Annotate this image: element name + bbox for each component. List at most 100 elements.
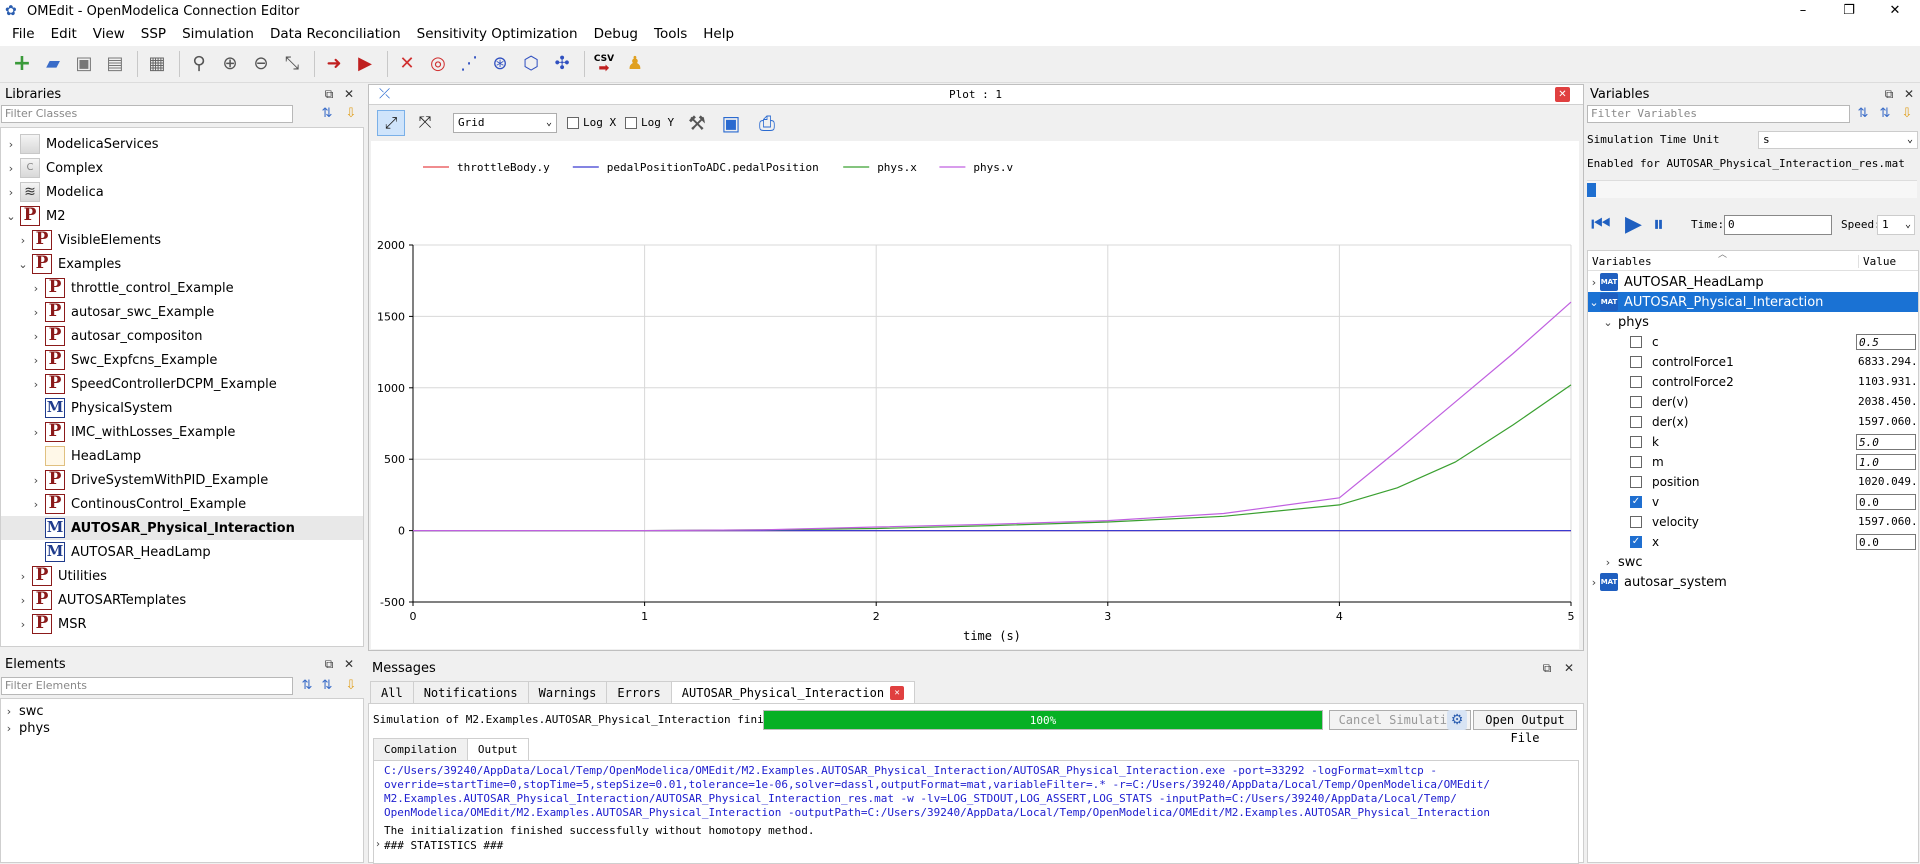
sort-descending-icon[interactable]: ⇩ bbox=[342, 105, 360, 123]
library-item[interactable]: HeadLamp bbox=[1, 444, 363, 468]
chevron-right-icon[interactable]: › bbox=[30, 282, 42, 295]
variable-checkbox[interactable]: ✓ bbox=[1630, 496, 1642, 508]
tab-compilation[interactable]: Compilation bbox=[373, 738, 468, 760]
chevron-right-icon[interactable]: › bbox=[1588, 576, 1600, 589]
chevron-right-icon[interactable]: › bbox=[17, 594, 29, 607]
tab-output[interactable]: Output bbox=[466, 738, 529, 760]
library-item[interactable]: › P VisibleElements bbox=[1, 228, 363, 252]
chevron-right-icon[interactable]: › bbox=[30, 306, 42, 319]
library-item[interactable]: › P ContinousControl_Example bbox=[1, 492, 363, 516]
sort-icon[interactable]: ⇅ bbox=[1854, 105, 1872, 123]
library-item[interactable]: › Pautosar_compositon bbox=[1, 324, 363, 348]
library-item[interactable]: M AUTOSAR_HeadLamp bbox=[1, 540, 363, 564]
chevron-down-icon[interactable]: ⌄ bbox=[1588, 296, 1600, 309]
variable-group-phys[interactable]: ⌄ phys bbox=[1602, 312, 1649, 332]
chevron-right-icon[interactable]: › bbox=[17, 234, 29, 247]
zoom-in-icon[interactable]: ⊕ bbox=[216, 50, 244, 78]
close-icon[interactable]: ✕ bbox=[1902, 84, 1916, 104]
open-icon[interactable]: ▰ bbox=[39, 50, 67, 78]
diagram-window-icon[interactable]: ⬡ bbox=[517, 50, 545, 78]
menu-simulation[interactable]: Simulation bbox=[174, 26, 262, 42]
sort-descending-icon[interactable]: ⇩ bbox=[342, 677, 360, 695]
menu-file[interactable]: File bbox=[4, 26, 43, 42]
plot-chart[interactable]: throttleBody.y pedalPositionToADC.pedalPo… bbox=[371, 141, 1579, 649]
tab-warnings[interactable]: Warnings bbox=[527, 681, 608, 703]
library-item[interactable]: M AUTOSAR_Physical_Interaction bbox=[1, 516, 363, 540]
tab-all[interactable]: All bbox=[370, 681, 414, 703]
menu-view[interactable]: View bbox=[85, 26, 133, 42]
variable-value[interactable]: 0.0 bbox=[1856, 494, 1916, 510]
sort-icon[interactable]: ⇅ bbox=[298, 677, 316, 695]
chevron-right-icon[interactable]: › bbox=[5, 186, 17, 199]
save-plot-icon[interactable]: ▣ bbox=[717, 110, 745, 136]
library-item[interactable]: M PhysicalSystem bbox=[1, 396, 363, 420]
library-item[interactable]: › C Complex bbox=[1, 156, 363, 180]
library-item[interactable]: › P AUTOSARTemplates bbox=[1, 588, 363, 612]
result-file-item[interactable]: ⌄ MAT AUTOSAR_Physical_Interaction bbox=[1588, 292, 1918, 312]
close-tab-icon[interactable]: ✕ bbox=[890, 685, 905, 700]
chevron-down-icon[interactable]: ⌄ bbox=[5, 210, 17, 223]
variable-checkbox[interactable] bbox=[1630, 356, 1642, 368]
parametric-plot-icon[interactable]: ◎ bbox=[424, 50, 452, 78]
time-input[interactable]: 0 bbox=[1724, 215, 1832, 235]
sort-icon[interactable]: ⇅ bbox=[318, 105, 336, 123]
element-item-swc[interactable]: › swc bbox=[3, 703, 44, 720]
result-file-item[interactable]: › MAT autosar_system bbox=[1588, 572, 1918, 592]
log-y-checkbox[interactable] bbox=[625, 117, 637, 129]
array-plot-icon[interactable]: ⋰ bbox=[455, 50, 483, 78]
grid-icon[interactable]: ▦ bbox=[143, 50, 171, 78]
output-text-area[interactable]: C:/Users/39240/AppData/Local/Temp/OpenMo… bbox=[373, 760, 1579, 864]
chevron-right-icon[interactable]: › bbox=[1602, 556, 1614, 569]
grid-select[interactable]: Grid ⌄ bbox=[453, 113, 557, 133]
float-icon[interactable]: ⧉ bbox=[1540, 658, 1554, 678]
menu-edit[interactable]: Edit bbox=[43, 26, 85, 42]
close-plot-icon[interactable]: ✕ bbox=[1555, 87, 1570, 102]
pause-icon[interactable]: ⏸ bbox=[1653, 212, 1664, 237]
log-x-checkbox[interactable] bbox=[567, 117, 579, 129]
expand-arrow-icon[interactable]: › bbox=[376, 839, 380, 850]
play-icon[interactable]: ▶ bbox=[1625, 212, 1642, 237]
variable-checkbox[interactable] bbox=[1630, 476, 1642, 488]
new-class-icon[interactable]: + bbox=[8, 50, 36, 78]
filter-elements-input[interactable]: Filter Elements bbox=[1, 677, 293, 695]
variable-checkbox[interactable]: ✓ bbox=[1630, 536, 1642, 548]
library-item[interactable]: › ModelicaServices bbox=[1, 132, 363, 156]
chevron-right-icon[interactable]: › bbox=[30, 378, 42, 391]
close-icon[interactable]: ✕ bbox=[1562, 658, 1576, 678]
menu-sensitivity-optimization[interactable]: Sensitivity Optimization bbox=[409, 26, 586, 42]
zoom-icon[interactable]: ⚲ bbox=[185, 50, 213, 78]
chevron-right-icon[interactable]: › bbox=[30, 354, 42, 367]
chevron-right-icon[interactable]: › bbox=[1588, 276, 1600, 289]
variable-checkbox[interactable] bbox=[1630, 416, 1642, 428]
export-csv-icon[interactable]: CSV ➡ bbox=[590, 50, 618, 78]
fit-in-view-icon[interactable]: ⤧ bbox=[411, 110, 439, 136]
open-output-file-button[interactable]: Open Output File bbox=[1473, 710, 1577, 745]
variable-checkbox[interactable] bbox=[1630, 376, 1642, 388]
tab-errors[interactable]: Errors bbox=[606, 681, 672, 703]
close-icon[interactable]: ✕ bbox=[342, 654, 356, 674]
library-item[interactable]: › P Utilities bbox=[1, 564, 363, 588]
setup-icon[interactable]: ⚒ bbox=[683, 110, 711, 136]
filter-variables-input[interactable]: Filter Variables bbox=[1587, 105, 1850, 123]
output-settings-icon[interactable]: ⚙ bbox=[1447, 710, 1467, 730]
variable-checkbox[interactable] bbox=[1630, 436, 1642, 448]
check-model-icon[interactable]: ➜ bbox=[320, 50, 348, 78]
maximize-button[interactable]: ❐ bbox=[1826, 0, 1872, 22]
chevron-right-icon[interactable]: › bbox=[17, 618, 29, 631]
chevron-right-icon[interactable]: › bbox=[5, 138, 17, 151]
close-icon[interactable]: ✕ bbox=[342, 84, 356, 104]
chevron-right-icon[interactable]: › bbox=[5, 162, 17, 175]
minimize-button[interactable]: – bbox=[1780, 0, 1826, 22]
save-icon[interactable]: ▣ bbox=[70, 50, 98, 78]
save-all-icon[interactable]: ▤ bbox=[101, 50, 129, 78]
float-icon[interactable]: ⧉ bbox=[1882, 84, 1896, 104]
chevron-right-icon[interactable]: › bbox=[30, 426, 42, 439]
tab-simulation-output[interactable]: AUTOSAR_Physical_Interaction ✕ bbox=[670, 681, 916, 703]
plot-icon[interactable]: ✕ bbox=[393, 50, 421, 78]
sort-up-icon[interactable]: ⇅ bbox=[318, 677, 336, 695]
tab-notifications[interactable]: Notifications bbox=[412, 681, 529, 703]
print-icon[interactable]: ⎙ bbox=[753, 110, 781, 136]
menu-ssp[interactable]: SSP bbox=[133, 26, 174, 42]
variable-checkbox[interactable] bbox=[1630, 516, 1642, 528]
chevron-down-icon[interactable]: ⌄ bbox=[17, 258, 29, 271]
